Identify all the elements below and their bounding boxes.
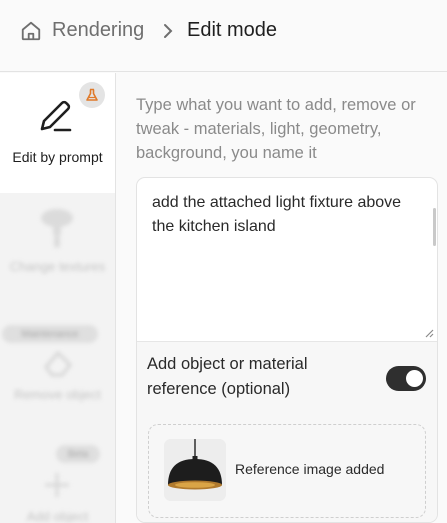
edit-tools-sidebar: Edit by prompt Change textures Maintenan… (0, 73, 116, 523)
prompt-textarea[interactable]: add the attached light fixture above the… (152, 191, 422, 239)
prompt-card: add the attached light fixture above the… (136, 177, 438, 523)
sidebar-item-label: Edit by prompt (12, 149, 103, 165)
reference-thumbnail (164, 439, 226, 501)
sidebar-item-add-object[interactable]: Beta Add object (0, 441, 115, 523)
pendant-lamp-image (164, 439, 226, 501)
sidebar-item-edit-by-prompt[interactable]: Edit by prompt (0, 73, 115, 193)
add-object-icon (45, 473, 69, 497)
reference-toggle[interactable] (386, 366, 426, 391)
resize-handle-icon[interactable] (422, 326, 434, 338)
reference-section: Add object or material reference (option… (137, 342, 437, 522)
paint-roller-icon (41, 209, 73, 248)
maintenance-badge: Maintenance (2, 325, 98, 343)
breadcrumb: Rendering Edit mode (0, 0, 447, 72)
reference-toggle-label: Add object or material reference (option… (147, 355, 308, 398)
reference-dropzone[interactable]: Reference image added (148, 424, 426, 518)
sidebar-item-label: Change textures (9, 259, 106, 274)
edit-panel: Type what you want to add, remove or twe… (117, 73, 447, 523)
reference-status-text: Reference image added (235, 461, 385, 477)
breadcrumb-rendering-link[interactable]: Rendering (52, 19, 144, 42)
flask-icon (86, 88, 98, 101)
toggle-knob (406, 370, 423, 387)
experimental-badge (79, 82, 105, 108)
textarea-scrollbar[interactable] (433, 208, 436, 246)
page-title: Edit mode (187, 19, 278, 41)
prompt-instructions: Type what you want to add, remove or twe… (136, 96, 416, 162)
sidebar-item-change-textures[interactable]: Change textures (0, 201, 115, 301)
sidebar-item-remove-object[interactable]: Maintenance Remove object (0, 323, 115, 413)
sidebar-item-label: Add object (26, 509, 89, 523)
pencil-icon (40, 100, 72, 132)
sidebar-item-label: Remove object (14, 387, 101, 402)
chevron-right-icon (164, 24, 173, 38)
eraser-icon (44, 350, 73, 377)
beta-badge: Beta (56, 445, 100, 463)
home-icon[interactable] (20, 20, 42, 42)
